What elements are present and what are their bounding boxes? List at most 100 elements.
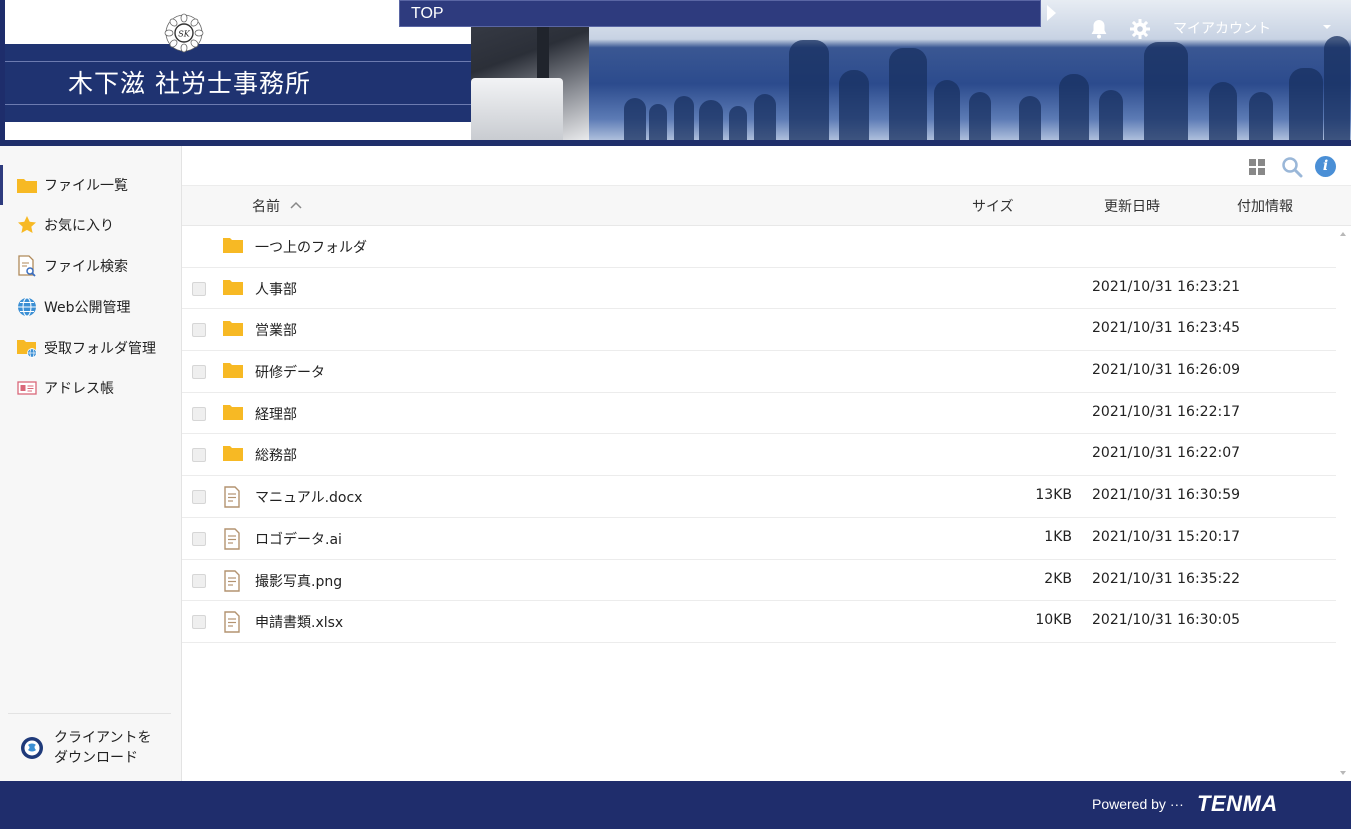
sidebar: ファイル一覧 お気に入り ファイル検索 Web公開管理 受取フォルダ管理 アドレ… bbox=[0, 146, 182, 781]
file-size: 1KB bbox=[1044, 528, 1072, 545]
column-date-header[interactable]: 更新日時 bbox=[1104, 196, 1160, 216]
file-name[interactable]: 撮影写真.png bbox=[255, 571, 342, 591]
file-date: 2021/10/31 16:23:21 bbox=[1092, 278, 1241, 295]
sidebar-item-label: ファイル一覧 bbox=[44, 178, 128, 194]
sidebar-item-receive-folder[interactable]: 受取フォルダ管理 bbox=[0, 328, 181, 368]
file-icon bbox=[222, 486, 244, 508]
client-download-icon bbox=[21, 736, 43, 759]
file-icon bbox=[222, 569, 244, 592]
row-checkbox[interactable] bbox=[192, 281, 206, 296]
parent-folder-row[interactable]: 一つ上のフォルダ bbox=[182, 226, 1336, 268]
star-icon bbox=[16, 214, 38, 236]
row-checkbox[interactable] bbox=[192, 573, 206, 588]
table-row[interactable]: 総務部 2021/10/31 16:22:07 bbox=[182, 434, 1336, 477]
file-name[interactable]: 営業部 bbox=[255, 320, 297, 340]
folder-icon bbox=[222, 236, 244, 256]
folder-icon bbox=[16, 174, 38, 196]
file-date: 2021/10/31 16:30:05 bbox=[1092, 612, 1241, 629]
file-date: 2021/10/31 16:26:09 bbox=[1092, 362, 1241, 379]
table-row[interactable]: ロゴデータ.ai 1KB 2021/10/31 15:20:17 bbox=[182, 518, 1336, 560]
file-name[interactable]: 申請書類.xlsx bbox=[255, 612, 343, 632]
column-size-header[interactable]: サイズ bbox=[972, 196, 1014, 216]
row-checkbox[interactable] bbox=[192, 323, 206, 338]
table-row[interactable]: 営業部 2021/10/31 16:23:45 bbox=[182, 309, 1336, 352]
table-row[interactable]: 経理部 2021/10/31 16:22:17 bbox=[182, 393, 1336, 435]
search-icon[interactable] bbox=[1281, 156, 1303, 178]
file-date: 2021/10/31 16:23:45 bbox=[1092, 320, 1241, 337]
file-name[interactable]: 一つ上のフォルダ bbox=[255, 237, 367, 257]
row-checkbox[interactable] bbox=[192, 531, 206, 546]
column-header-row: 名前 サイズ 更新日時 付加情報 bbox=[182, 186, 1351, 226]
toolbar: i bbox=[182, 146, 1351, 186]
table-row[interactable]: 研修データ 2021/10/31 16:26:09 bbox=[182, 351, 1336, 393]
chevron-down-icon[interactable] bbox=[1322, 22, 1332, 32]
folder-icon bbox=[222, 361, 244, 381]
table-row[interactable]: マニュアル.docx 13KB 2021/10/31 16:30:59 bbox=[182, 476, 1336, 518]
sidebar-item-favorites[interactable]: お気に入り bbox=[0, 205, 181, 245]
sidebar-item-web-publish[interactable]: Web公開管理 bbox=[0, 287, 181, 327]
file-date: 2021/10/31 16:22:17 bbox=[1092, 403, 1241, 420]
table-row[interactable]: 申請書類.xlsx 10KB 2021/10/31 16:30:05 bbox=[182, 601, 1336, 643]
table-row[interactable]: 人事部 2021/10/31 16:23:21 bbox=[182, 268, 1336, 310]
file-name[interactable]: 経理部 bbox=[255, 404, 297, 424]
main-panel: i 名前 サイズ 更新日時 付加情報 一つ上のフォルダ 人事部 2021/10/31… bbox=[182, 146, 1351, 781]
file-date: 2021/10/31 16:30:59 bbox=[1092, 487, 1241, 504]
bell-icon[interactable] bbox=[1087, 17, 1111, 41]
tenma-logo: TENMA bbox=[1197, 791, 1278, 816]
file-size: 2KB bbox=[1044, 570, 1072, 587]
powered-by-text: Powered by ··· bbox=[1092, 796, 1184, 812]
vertical-scrollbar[interactable] bbox=[1336, 226, 1351, 781]
file-icon bbox=[222, 611, 244, 633]
sidebar-item-label: Web公開管理 bbox=[44, 300, 131, 316]
folder-icon bbox=[222, 403, 244, 423]
row-checkbox[interactable] bbox=[192, 490, 206, 505]
folder-globe-icon bbox=[16, 337, 38, 359]
file-name[interactable]: 人事部 bbox=[255, 279, 297, 299]
file-name[interactable]: 総務部 bbox=[255, 445, 297, 465]
sort-ascending-icon[interactable] bbox=[290, 201, 302, 209]
sidebar-item-file-list[interactable]: ファイル一覧 bbox=[0, 165, 181, 205]
emblem-logo: SK bbox=[164, 13, 204, 53]
folder-icon bbox=[222, 278, 244, 298]
file-list: 一つ上のフォルダ 人事部 2021/10/31 16:23:21 営業部 2021/10… bbox=[182, 226, 1336, 643]
row-checkbox[interactable] bbox=[192, 365, 206, 380]
top-nav-link[interactable]: TOP bbox=[399, 0, 1041, 27]
folder-icon bbox=[222, 319, 244, 339]
row-checkbox[interactable] bbox=[192, 448, 206, 463]
grid-view-icon[interactable] bbox=[1248, 158, 1266, 176]
row-checkbox[interactable] bbox=[192, 615, 206, 630]
header-banner: SK 木下滋 社労士事務所 TOP マイアカウント bbox=[0, 0, 1351, 146]
footer: Powered by ··· TENMA bbox=[0, 781, 1351, 829]
client-download-button[interactable]: クライアントを ダウンロード bbox=[8, 713, 171, 781]
file-icon bbox=[222, 528, 244, 550]
globe-icon bbox=[16, 296, 38, 318]
sidebar-item-address-book[interactable]: アドレス帳 bbox=[0, 368, 181, 408]
file-name[interactable]: ロゴデータ.ai bbox=[255, 529, 342, 549]
nav-arrow-icon bbox=[1047, 5, 1056, 21]
file-date: 2021/10/31 15:20:17 bbox=[1092, 528, 1241, 545]
row-checkbox[interactable] bbox=[192, 406, 206, 421]
column-info-header[interactable]: 付加情報 bbox=[1237, 196, 1293, 216]
file-size: 13KB bbox=[1035, 487, 1072, 504]
sidebar-item-label: ファイル検索 bbox=[44, 259, 128, 275]
table-row[interactable]: 撮影写真.png 2KB 2021/10/31 16:35:22 bbox=[182, 560, 1336, 602]
scroll-down-arrow-icon[interactable] bbox=[1340, 771, 1346, 775]
company-name: 木下滋 社労士事務所 bbox=[68, 69, 311, 98]
file-size: 10KB bbox=[1035, 612, 1072, 629]
sidebar-item-label: アドレス帳 bbox=[44, 381, 114, 397]
gear-icon[interactable] bbox=[1128, 17, 1152, 41]
client-download-line2: ダウンロード bbox=[54, 749, 138, 766]
scroll-up-arrow-icon[interactable] bbox=[1340, 232, 1346, 236]
file-search-icon bbox=[16, 255, 38, 277]
file-date: 2021/10/31 16:35:22 bbox=[1092, 570, 1241, 587]
my-account-menu[interactable]: マイアカウント bbox=[1173, 18, 1271, 38]
emblem-text: SK bbox=[178, 30, 190, 39]
file-name[interactable]: マニュアル.docx bbox=[255, 487, 362, 507]
sidebar-item-label: お気に入り bbox=[44, 218, 114, 234]
column-name-header[interactable]: 名前 bbox=[252, 196, 280, 216]
file-name[interactable]: 研修データ bbox=[255, 362, 325, 382]
file-date: 2021/10/31 16:22:07 bbox=[1092, 445, 1241, 462]
info-icon[interactable]: i bbox=[1315, 156, 1336, 177]
sidebar-item-file-search[interactable]: ファイル検索 bbox=[0, 246, 181, 286]
client-download-line1: クライアントを bbox=[54, 729, 152, 746]
